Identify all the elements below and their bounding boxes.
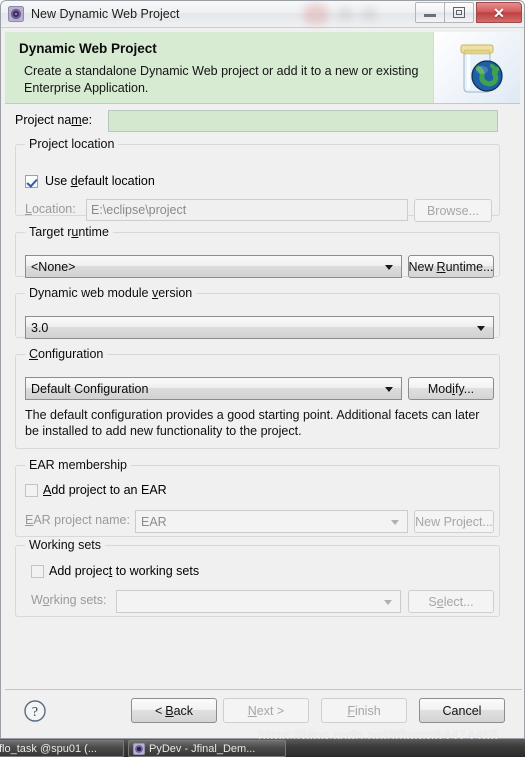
close-button[interactable]: ✕ xyxy=(476,2,522,23)
close-icon: ✕ xyxy=(493,4,505,21)
configuration-combo[interactable]: Default Configuration xyxy=(25,377,402,400)
add-to-working-sets-row[interactable]: Add project to working sets xyxy=(31,564,199,578)
browse-button[interactable]: Browse... xyxy=(414,199,492,222)
dialog-window: New Dynamic Web Project ✕ Dynamic Web Pr… xyxy=(0,0,525,739)
add-to-ear-row[interactable]: Add project to an EAR xyxy=(25,483,167,497)
minimize-button[interactable] xyxy=(415,2,445,23)
working-sets-label: Working sets: xyxy=(31,593,107,607)
taskbar-item-flo-task[interactable]: flo_task @spu01 (... xyxy=(0,740,124,757)
page-title: Dynamic Web Project xyxy=(19,41,157,56)
modify-button[interactable]: Mod i fy... xyxy=(408,377,494,400)
module-version-group-title: Dynamic web module version xyxy=(25,286,197,300)
add-to-ear-label: Add project to an EAR xyxy=(43,483,167,497)
add-to-working-sets-label: Add project to working sets xyxy=(49,564,200,578)
page-description: Create a standalone Dynamic Web project … xyxy=(24,64,419,95)
maximize-icon xyxy=(453,7,465,18)
target-runtime-combo[interactable]: <None> xyxy=(25,255,402,278)
select-button[interactable]: Se lect... xyxy=(408,590,494,613)
location-label: Location: xyxy=(25,202,76,216)
location-input[interactable]: E:\eclipse\project xyxy=(86,199,408,221)
svg-text:?: ? xyxy=(32,705,38,720)
window-title: New Dynamic Web Project xyxy=(31,7,180,21)
configuration-value: Default Configuration xyxy=(31,381,149,396)
taskbar-item-pydev[interactable]: PyDev - Jfinal_Dem... xyxy=(128,740,286,757)
taskbar-item-label: PyDev - Jfinal_Dem... xyxy=(149,742,256,755)
chevron-down-icon xyxy=(477,325,485,331)
title-artifact-b xyxy=(337,7,353,21)
project-name-row: Project name: xyxy=(15,113,92,127)
project-location-group-title: Project location xyxy=(25,137,119,151)
question-mark-icon[interactable]: ? xyxy=(23,699,47,723)
form-content: Project name: Project location Use defau… xyxy=(5,104,522,684)
project-name-input[interactable] xyxy=(108,110,498,132)
dialog-button-bar: ? < Back Next > Finish Cancel xyxy=(5,689,522,736)
chevron-down-icon xyxy=(385,386,393,392)
eclipse-icon xyxy=(133,742,145,755)
configuration-group-title: Configuration xyxy=(25,347,108,361)
maximize-button[interactable] xyxy=(444,2,474,23)
target-runtime-group-title: Target runtime xyxy=(25,225,113,239)
title-bar: New Dynamic Web Project ✕ xyxy=(1,1,524,28)
cancel-button[interactable]: Cancel xyxy=(419,698,505,723)
working-sets-group-title: Working sets xyxy=(25,538,106,552)
new-project-button[interactable]: New Project... xyxy=(414,510,494,533)
next-button[interactable]: Next > xyxy=(223,698,309,723)
add-to-ear-checkbox[interactable] xyxy=(25,483,38,497)
chevron-down-icon xyxy=(391,519,399,525)
title-artifact-c xyxy=(361,7,377,21)
use-default-location-label: Use default location xyxy=(45,174,155,188)
module-version-value: 3.0 xyxy=(31,320,49,335)
ear-membership-group-title: EAR membership xyxy=(25,458,131,472)
new-runtime-button[interactable]: New Runtime... xyxy=(408,255,494,278)
working-sets-combo[interactable] xyxy=(116,590,401,613)
working-sets-label-row: Working sets: xyxy=(31,593,107,607)
location-label-row: Location: xyxy=(25,202,76,216)
project-name-label: Project name: xyxy=(15,113,93,127)
chevron-down-icon xyxy=(385,264,393,270)
configuration-description: The default configuration provides a goo… xyxy=(25,408,480,438)
jar-globe-icon xyxy=(433,32,520,103)
add-to-working-sets-checkbox[interactable] xyxy=(31,564,44,578)
chevron-down-icon xyxy=(384,599,392,605)
taskbar-item-label: flo_task @spu01 (... xyxy=(0,742,97,755)
module-version-combo[interactable]: 3.0 xyxy=(25,316,494,339)
finish-button[interactable]: Finish xyxy=(321,698,407,723)
use-default-location-row[interactable]: Use default location xyxy=(25,174,155,188)
ear-project-name-row: EAR project name: xyxy=(25,513,130,527)
minimize-icon xyxy=(424,14,436,17)
use-default-location-checkbox[interactable] xyxy=(25,174,38,188)
ear-project-name-label: EAR project name: xyxy=(25,513,130,527)
ear-project-name-value: EAR xyxy=(141,514,167,529)
taskbar: flo_task @spu01 (... PyDev - Jfinal_Dem.… xyxy=(0,739,525,757)
title-artifact-a xyxy=(303,3,329,25)
ear-project-name-combo[interactable]: EAR xyxy=(135,510,408,533)
wizard-banner: Dynamic Web Project Create a standalone … xyxy=(5,32,520,104)
eclipse-wizard-icon xyxy=(8,6,24,22)
back-button[interactable]: < Back xyxy=(131,698,217,723)
target-runtime-value: <None> xyxy=(31,259,76,274)
window-controls: ✕ xyxy=(415,2,522,23)
